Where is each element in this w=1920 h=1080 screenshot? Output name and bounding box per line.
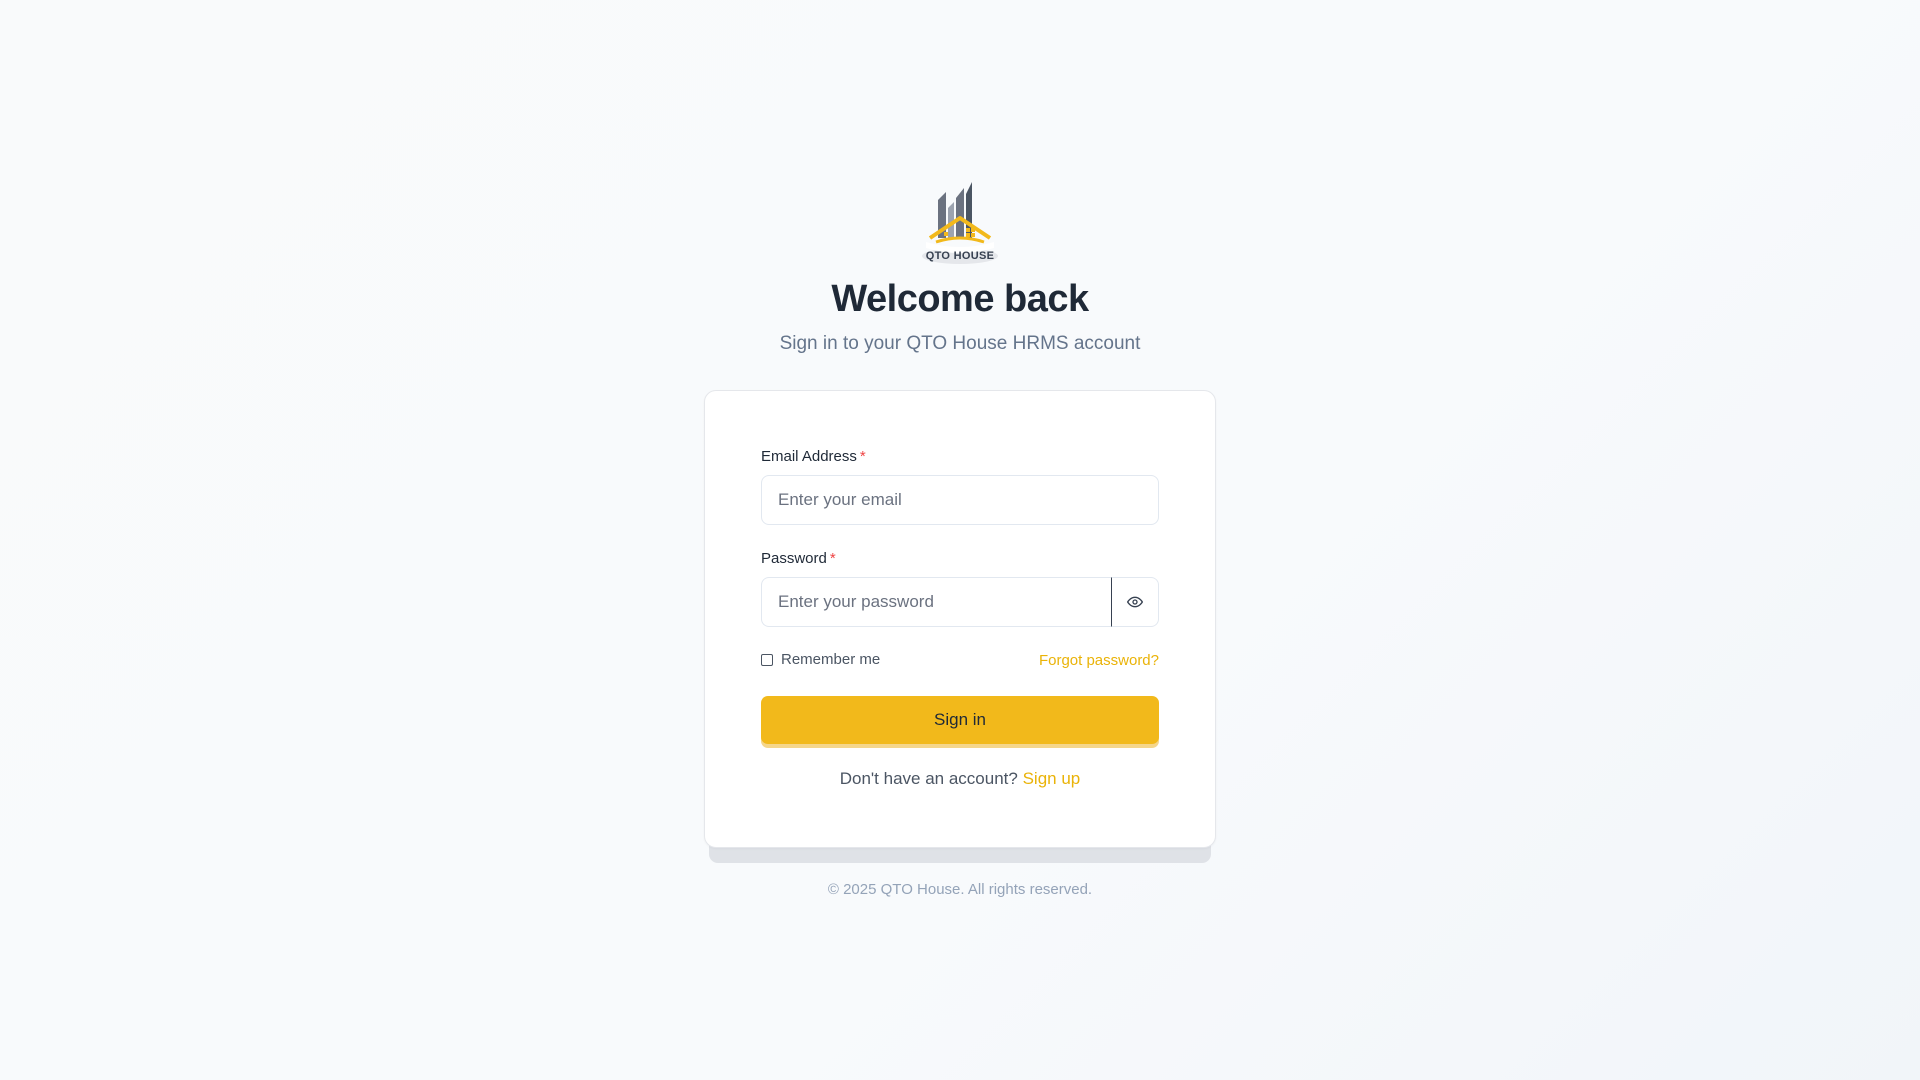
sign-up-link[interactable]: Sign up: [1023, 769, 1081, 788]
password-label-text: Password: [761, 550, 827, 567]
remember-me[interactable]: Remember me: [761, 651, 880, 668]
remember-me-checkbox[interactable]: [761, 653, 773, 666]
toggle-password-visibility-button[interactable]: [1112, 577, 1159, 627]
eye-icon: [1127, 596, 1143, 608]
password-label: Password *: [761, 549, 836, 569]
qto-house-logo: QTO HOUSE: [920, 178, 1000, 264]
signup-prompt: Don't have an account? Sign up: [761, 768, 1159, 790]
required-mark: *: [859, 448, 866, 465]
footer-copyright: © 2025 QTO House. All rights reserved.: [827, 881, 1093, 898]
forgot-password-link[interactable]: Forgot password?: [959, 651, 1159, 671]
required-mark: *: [829, 550, 836, 567]
login-page: QTO HOUSE Welcome back Sign in to your Q…: [0, 0, 1920, 1080]
page-title: Welcome back: [831, 278, 1089, 320]
remember-me-label: Remember me: [781, 651, 881, 668]
page-subtitle: Sign in to your QTO House HRMS account: [779, 333, 1141, 354]
email-label-text: Email Address: [761, 448, 857, 465]
password-field[interactable]: [761, 577, 1112, 627]
login-card: Email Address* Password* Remember me For…: [704, 390, 1216, 848]
signup-prompt-text: Don't have an account?: [839, 769, 1018, 788]
email-label: Email Address *: [761, 447, 866, 467]
sign-in-button[interactable]: Sign in: [761, 696, 1159, 744]
logo-text: QTO HOUSE: [926, 250, 995, 262]
email-field[interactable]: [761, 475, 1159, 525]
